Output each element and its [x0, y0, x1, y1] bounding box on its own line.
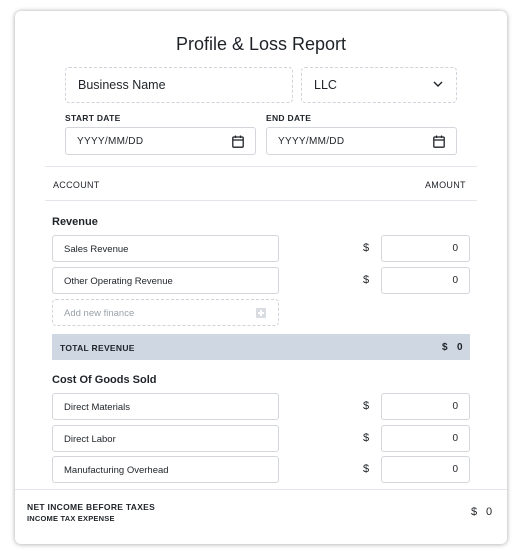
amount-input[interactable]: 0 [381, 267, 470, 294]
amount-value: 0 [452, 464, 458, 475]
currency-symbol: $ [363, 242, 370, 254]
end-date-label: END DATE [266, 113, 312, 123]
account-name-input[interactable]: Sales Revenue [52, 235, 279, 262]
start-date-placeholder: YYYY/MM/DD [77, 136, 144, 147]
account-name-input[interactable]: Other Operating Revenue [52, 267, 279, 294]
revenue-section-title: Revenue [52, 216, 98, 228]
end-date-input[interactable]: YYYY/MM/DD [266, 127, 457, 155]
currency-symbol: $ [363, 432, 370, 444]
account-name: Direct Labor [64, 434, 116, 445]
total-revenue-label: TOTAL REVENUE [60, 343, 135, 353]
account-name: Other Operating Revenue [64, 276, 173, 287]
currency-symbol: $ [442, 342, 448, 353]
account-name: Manufacturing Overhead [64, 465, 169, 476]
calendar-icon[interactable] [433, 135, 445, 148]
business-name-input[interactable]: Business Name [65, 67, 293, 103]
amount-value: 0 [452, 433, 458, 444]
amount-input[interactable]: 0 [381, 393, 470, 420]
divider [45, 166, 477, 167]
amount-column-header: AMOUNT [425, 180, 466, 190]
net-income-label: NET INCOME BEFORE TAXES [27, 502, 156, 512]
end-date-placeholder: YYYY/MM/DD [278, 136, 345, 147]
total-revenue-value: 0 [457, 342, 463, 353]
calendar-icon[interactable] [232, 135, 244, 148]
currency-symbol: $ [363, 463, 370, 475]
page-title: Profile & Loss Report [175, 34, 347, 54]
plus-icon[interactable] [256, 308, 266, 318]
total-revenue-row: TOTAL REVENUE $ 0 [52, 334, 470, 360]
currency-symbol: $ [471, 506, 478, 518]
add-new-finance-input[interactable]: Add new finance [52, 299, 279, 326]
account-name-input[interactable]: Direct Labor [52, 425, 279, 452]
account-column-header: ACCOUNT [53, 180, 100, 190]
cogs-section-title: Cost Of Goods Sold [52, 374, 157, 386]
chevron-down-icon [433, 81, 443, 87]
amount-value: 0 [452, 275, 458, 286]
currency-symbol: $ [363, 274, 370, 286]
account-name-input[interactable]: Direct Materials [52, 393, 279, 420]
start-date-label: START DATE [65, 113, 121, 123]
amount-input[interactable]: 0 [381, 425, 470, 452]
amount-value: 0 [452, 243, 458, 254]
start-date-input[interactable]: YYYY/MM/DD [65, 127, 256, 155]
amount-value: 0 [452, 401, 458, 412]
amount-input[interactable]: 0 [381, 456, 470, 483]
account-name: Sales Revenue [64, 244, 129, 255]
currency-symbol: $ [363, 400, 370, 412]
entity-type-select[interactable]: LLC [301, 67, 457, 103]
income-tax-label: INCOME TAX EXPENSE [27, 514, 115, 523]
divider [45, 200, 477, 201]
amount-input[interactable]: 0 [381, 235, 470, 262]
divider [15, 489, 507, 490]
account-name-input[interactable]: Manufacturing Overhead [52, 456, 279, 483]
entity-type-value: LLC [314, 78, 337, 92]
net-income-value: 0 [486, 506, 493, 518]
business-name-placeholder: Business Name [78, 78, 166, 92]
account-name: Direct Materials [64, 402, 130, 413]
add-new-finance-placeholder: Add new finance [64, 308, 135, 319]
pl-report-card: Profile & Loss Report Business Name LLC … [15, 11, 507, 544]
